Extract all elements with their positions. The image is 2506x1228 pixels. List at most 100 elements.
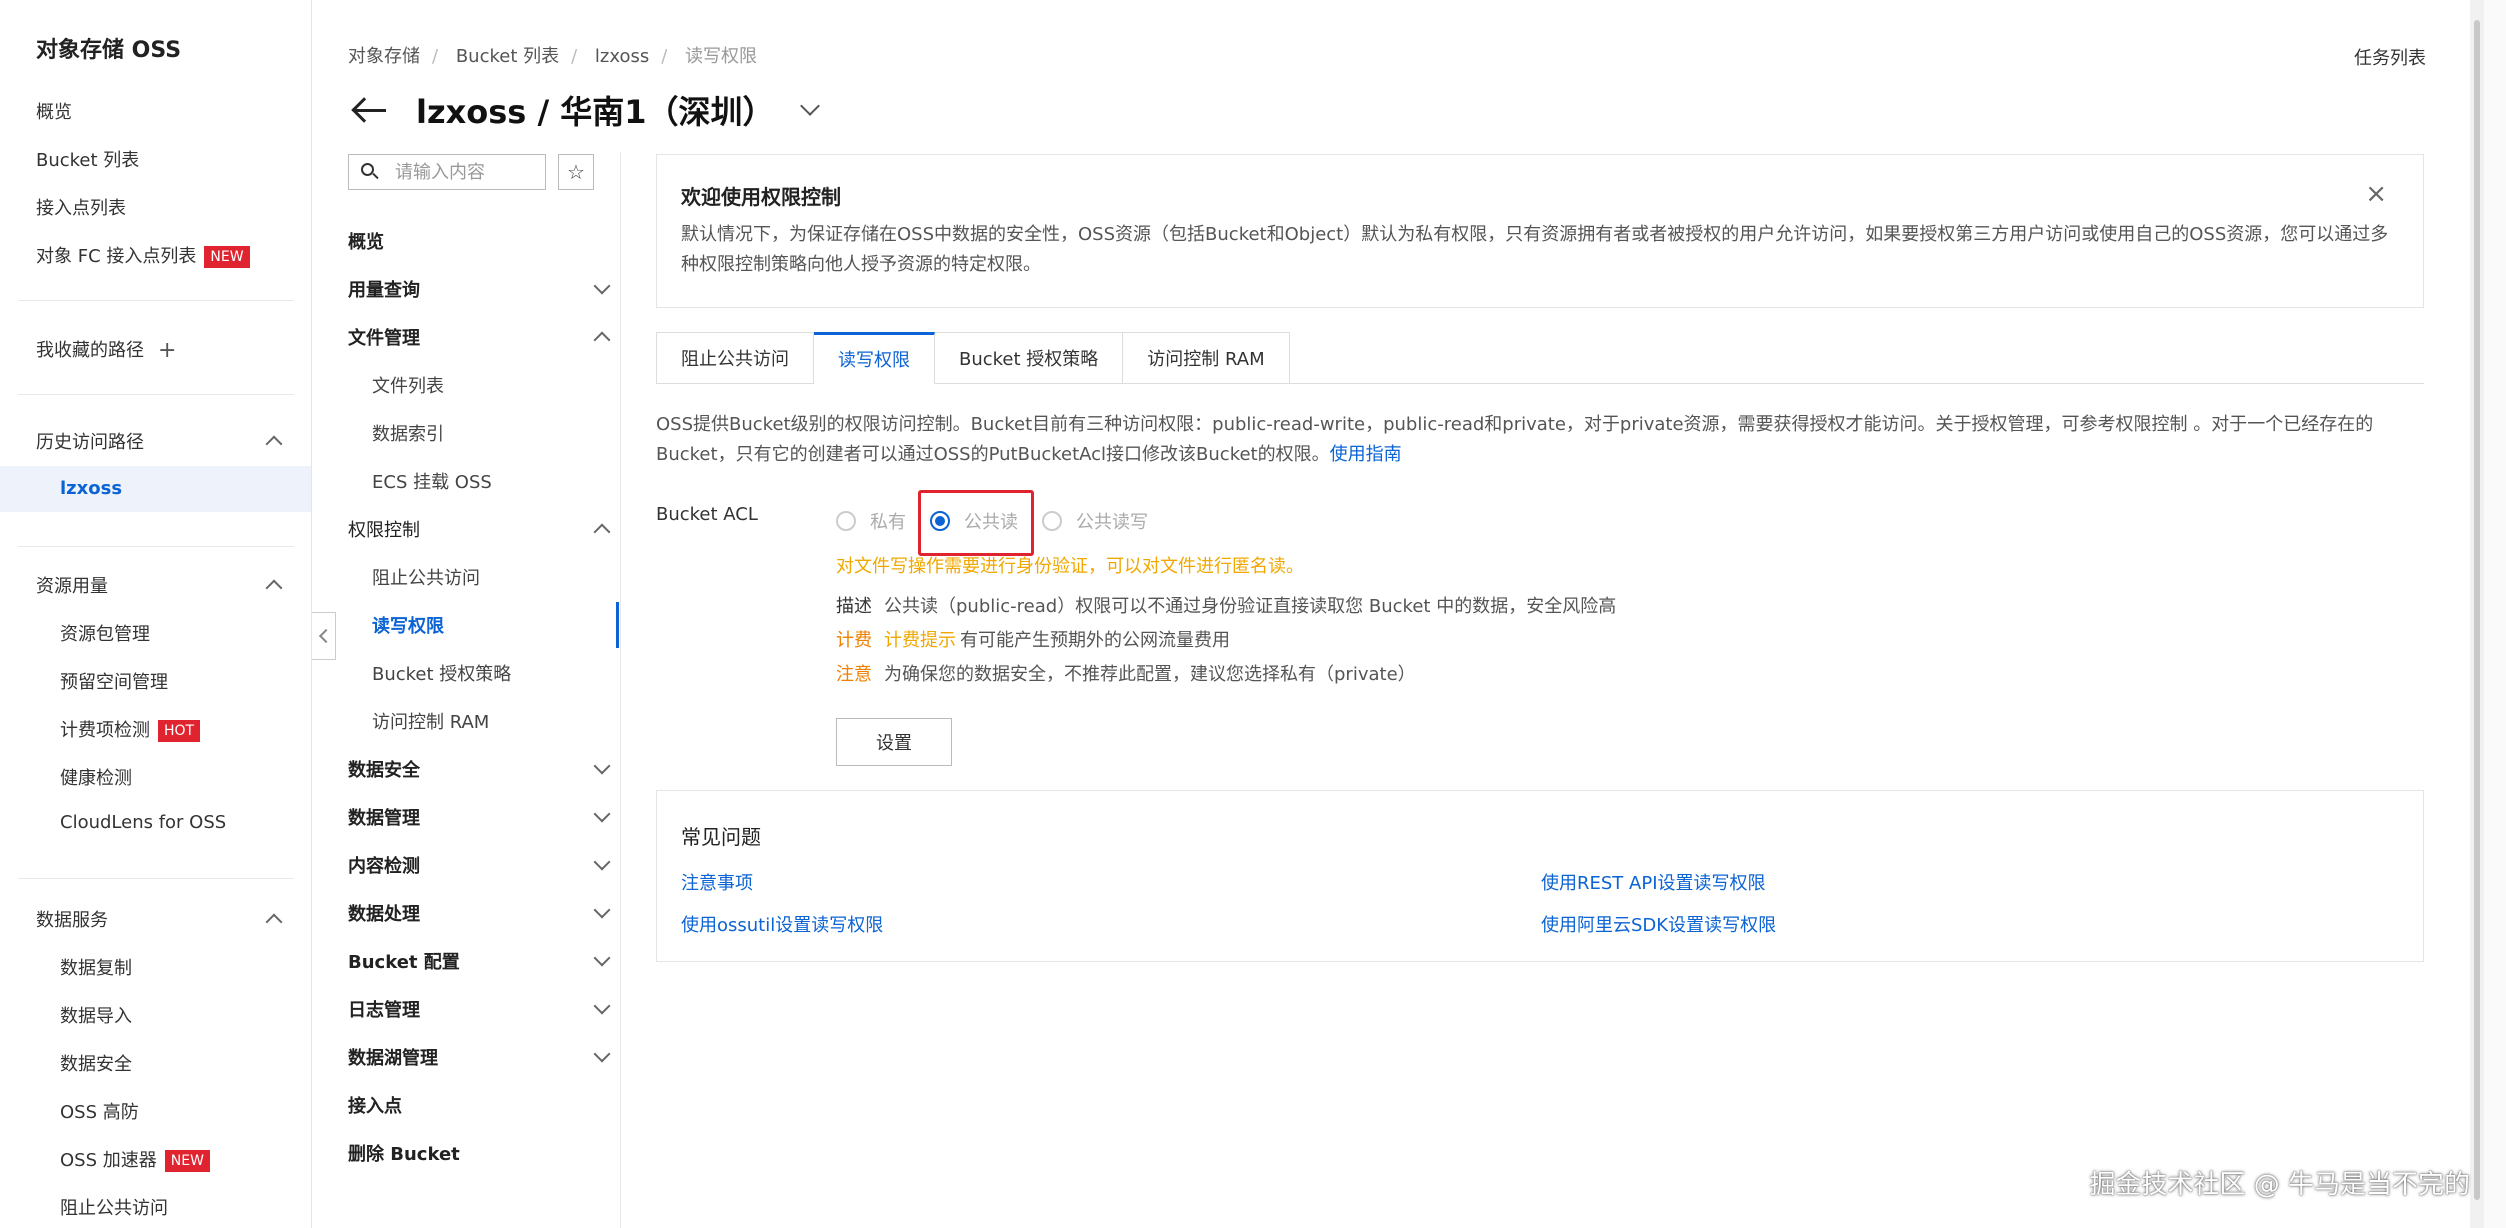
sidebar-section-resources[interactable]: 资源用量 [36,572,283,598]
search-input[interactable] [393,160,533,184]
section-title: 资源用量 [36,576,108,597]
tab-bucket-policy[interactable]: Bucket 授权策略 [935,332,1124,384]
back-arrow-icon[interactable] [350,90,390,130]
acl-warning: 对文件写操作需要进行身份验证，可以对文件进行匿名读。 [836,556,1304,577]
breadcrumb-item[interactable]: Bucket 列表 [456,46,559,67]
billing-tip: 计费提示 [884,630,956,651]
set-button[interactable]: 设置 [836,718,952,766]
subnav-group-content-check[interactable]: 内容检测 [348,852,611,878]
acl-billing-row: 计费 计费提示 有可能产生预期外的公网流量费用 [836,626,1230,652]
billing-value: 有可能产生预期外的公网流量费用 [960,630,1230,651]
chevron-left-icon [318,628,333,644]
tab-read-write-permission[interactable]: 读写权限 [814,332,935,384]
sidebar-item-block-public-access[interactable]: 阻止公共访问 [60,1194,168,1220]
radio-circle [836,511,856,531]
chevron-down-icon[interactable] [799,96,820,116]
left-sidebar: 对象存储 OSS 概览 Bucket 列表 接入点列表 对象 FC 接入点列表 N… [0,0,312,1228]
subnav-item-ecs-mount[interactable]: ECS 挂载 OSS [372,468,492,494]
sidebar-item-bucket-list[interactable]: Bucket 列表 [36,146,139,172]
subnav-item-data-index[interactable]: 数据索引 [372,420,444,446]
subnav-item-block-public[interactable]: 阻止公共访问 [372,564,480,590]
section-title: 历史访问路径 [36,432,144,453]
watermark: 掘金技术社区 @ 牛马是当不完的 [2089,1170,2470,1200]
plus-icon[interactable]: + [158,340,176,362]
tab-ram[interactable]: 访问控制 RAM [1123,332,1290,384]
welcome-notice: 欢迎使用权限控制 默认情况下，为保证存储在OSS中数据的安全性，OSS资源（包括… [656,154,2424,308]
description-text: OSS提供Bucket级别的权限访问控制。Bucket目前有三种访问权限：pub… [656,414,2374,465]
divider [18,394,294,395]
subnav-label: 文件管理 [348,328,420,349]
subnav-label: 数据处理 [348,904,420,925]
sidebar-item-access-points[interactable]: 接入点列表 [36,194,126,220]
sidebar-item-data-replication[interactable]: 数据复制 [60,954,132,980]
chevron-down-icon [593,277,611,295]
faq-link-ossutil[interactable]: 使用ossutil设置读写权限 [681,911,883,937]
subnav-item-overview[interactable]: 概览 [348,228,608,254]
sidebar-item-health-check[interactable]: 健康检测 [60,764,132,790]
faq-link-sdk[interactable]: 使用阿里云SDK设置读写权限 [1541,911,1776,937]
subnav-group-data-security[interactable]: 数据安全 [348,756,611,782]
subnav-item-read-write[interactable]: 读写权限 [372,612,444,638]
scrollbar-thumb[interactable] [2474,20,2480,1200]
chevron-up-icon [265,579,283,597]
subnav-group-log-mgmt[interactable]: 日志管理 [348,996,611,1022]
sidebar-item-oss-accelerator[interactable]: OSS 加速器 NEW [60,1146,210,1172]
subnav-group-usage[interactable]: 用量查询 [348,276,611,302]
close-icon[interactable]: × [2365,179,2387,209]
chevron-down-icon [593,901,611,919]
sidebar-section-data-services[interactable]: 数据服务 [36,906,283,932]
subnav-group-data-lake[interactable]: 数据湖管理 [348,1044,611,1070]
breadcrumb-item[interactable]: lzxoss [595,46,649,67]
sidebar-item-lzxoss[interactable]: lzxoss [60,478,122,499]
sidebar-item-data-security[interactable]: 数据安全 [60,1050,132,1076]
sidebar-item-cloudlens[interactable]: CloudLens for OSS [60,812,226,833]
subnav-item-delete-bucket[interactable]: 删除 Bucket [348,1140,608,1166]
sidebar-item-data-import[interactable]: 数据导入 [60,1002,132,1028]
faq-link-notes[interactable]: 注意事项 [681,869,753,895]
breadcrumb-item[interactable]: 对象存储 [348,46,420,67]
tab-block-public-access[interactable]: 阻止公共访问 [656,332,814,384]
page-title: lzxoss / 华南1（深圳） [416,93,775,131]
sidebar-item-label: OSS 加速器 [60,1150,157,1171]
sidebar-item-label: 我收藏的路径 [36,340,144,361]
subnav-label: 接入点 [348,1096,402,1117]
subnav-group-bucket-config[interactable]: Bucket 配置 [348,948,611,974]
chevron-down-icon [593,805,611,823]
sidebar-item-reserved-space[interactable]: 预留空间管理 [60,668,168,694]
subnav-item-bucket-policy[interactable]: Bucket 授权策略 [372,660,511,686]
faq-link-rest-api[interactable]: 使用REST API设置读写权限 [1541,869,1766,895]
sidebar-item-label: 计费项检测 [60,720,150,741]
star-icon[interactable]: ☆ [558,154,594,190]
subnav-group-data-mgmt[interactable]: 数据管理 [348,804,611,830]
sidebar-item-overview[interactable]: 概览 [36,98,72,124]
sidebar-item-favorites[interactable]: 我收藏的路径 + [36,336,176,362]
radio-private[interactable]: 私有 [836,508,906,534]
guide-link[interactable]: 使用指南 [1330,444,1402,465]
chevron-up-icon [593,331,611,349]
subnav-item-access-point[interactable]: 接入点 [348,1092,608,1118]
acl-note-row: 注意 为确保您的数据安全，不推荐此配置，建议您选择私有（private） [836,660,1416,686]
breadcrumb-current: 读写权限 [685,46,758,67]
product-title: 对象存储 OSS [36,38,182,63]
chevron-down-icon [593,1045,611,1063]
subnav-group-file-mgmt[interactable]: 文件管理 [348,324,611,350]
subnav-label: 权限控制 [348,520,420,541]
subnav-item-file-list[interactable]: 文件列表 [372,372,444,398]
sidebar-item-billing-check[interactable]: 计费项检测 HOT [60,716,201,742]
sidebar-item-resource-packages[interactable]: 资源包管理 [60,620,150,646]
note-value: 为确保您的数据安全，不推荐此配置，建议您选择私有（private） [884,664,1416,685]
sidebar-item-oss-ddos[interactable]: OSS 高防 [60,1098,139,1124]
subnav-label: 内容检测 [348,856,420,877]
sidebar-section-history[interactable]: 历史访问路径 [36,428,283,454]
sidebar-item-label: 对象 FC 接入点列表 [36,246,197,267]
subnav-label: 用量查询 [348,280,420,301]
acl-desc-row: 描述 公共读（public-read）权限可以不通过身份验证直接读取您 Bucke… [836,592,1616,618]
radio-public-read-write[interactable]: 公共读写 [1042,508,1148,534]
task-list-link[interactable]: 任务列表 [2354,44,2426,70]
sidebar-item-fc-access-points[interactable]: 对象 FC 接入点列表 NEW [36,242,250,268]
chevron-down-icon [593,949,611,967]
subnav-group-data-processing[interactable]: 数据处理 [348,900,611,926]
subnav-item-ram[interactable]: 访问控制 RAM [372,708,489,734]
subnav-group-permissions[interactable]: 权限控制 [348,516,611,542]
sidebar-collapse-toggle[interactable] [312,612,336,660]
